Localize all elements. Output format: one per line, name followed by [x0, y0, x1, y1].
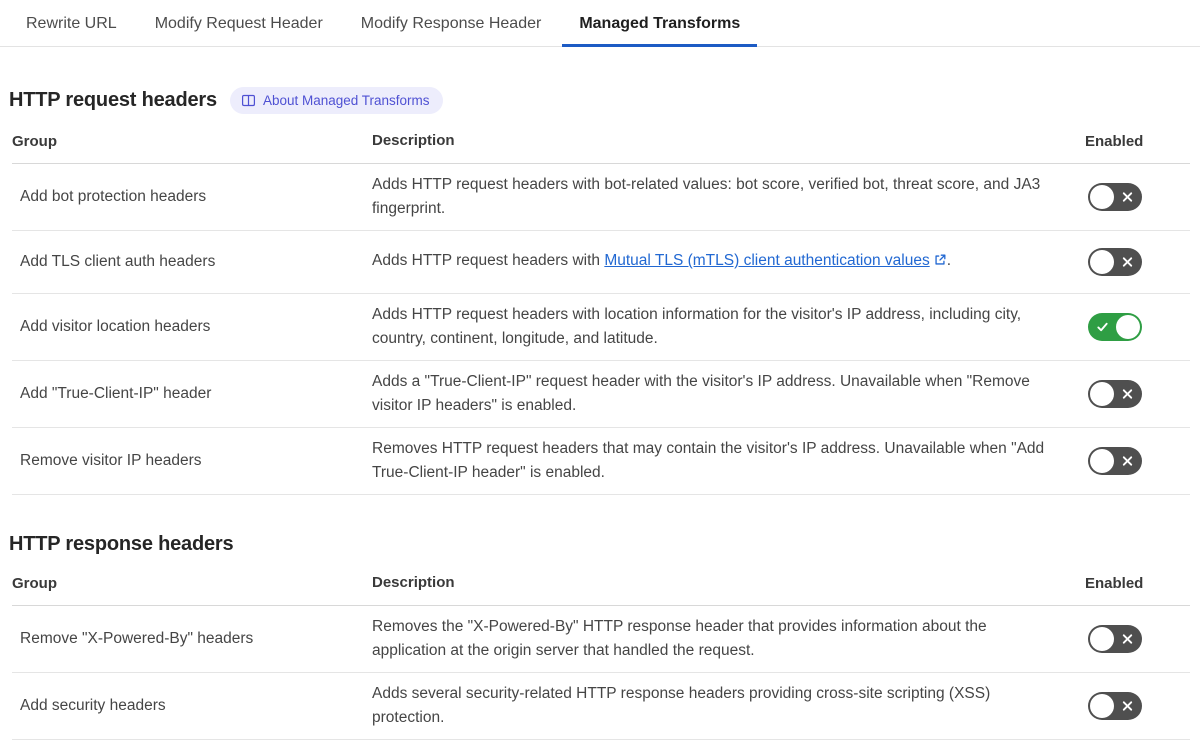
x-icon — [1122, 192, 1133, 202]
group-description: Adds several security-related HTTP respo… — [372, 685, 991, 726]
tab-rewrite-url[interactable]: Rewrite URL — [9, 0, 134, 47]
mtls-doc-link[interactable]: Mutual TLS (mTLS) client authentication … — [604, 252, 929, 269]
enabled-toggle[interactable] — [1088, 380, 1142, 408]
x-icon — [1122, 701, 1133, 711]
toggle-knob — [1090, 449, 1114, 473]
group-name: Remove "X-Powered-By" headers — [20, 630, 254, 647]
toggle-knob — [1090, 694, 1114, 718]
table-header-row: Group Description Enabled — [12, 124, 1190, 164]
toggle-knob — [1090, 250, 1114, 274]
about-managed-transforms-label: About Managed Transforms — [262, 92, 430, 108]
toggle-knob — [1116, 315, 1140, 339]
table-row: Add "True-Client-IP" header Adds a "True… — [12, 361, 1190, 428]
x-icon — [1122, 257, 1133, 267]
column-header-group: Group — [12, 574, 57, 592]
group-name: Add "True-Client-IP" header — [20, 385, 212, 402]
transform-rules-tab-bar: Rewrite URL Modify Request Header Modify… — [0, 0, 1200, 47]
table-row: Remove "X-Powered-By" headers Removes th… — [12, 606, 1190, 673]
toggle-knob — [1090, 185, 1114, 209]
table-row: Remove visitor IP headers Removes HTTP r… — [12, 428, 1190, 495]
response-headers-title: HTTP response headers — [9, 533, 234, 555]
check-icon — [1097, 322, 1108, 332]
group-description: Adds HTTP request headers with Mutual TL… — [372, 240, 1085, 284]
table-row: Add visitor location headers Adds HTTP r… — [12, 294, 1190, 361]
table-row: Add TLS client auth headers Adds HTTP re… — [12, 231, 1190, 294]
table-row: Add bot protection headers Adds HTTP req… — [12, 164, 1190, 231]
group-description: Adds a "True-Client-IP" request header w… — [372, 373, 1030, 414]
x-icon — [1122, 389, 1133, 399]
column-header-enabled: Enabled — [1085, 132, 1144, 150]
group-description: Removes HTTP request headers that may co… — [372, 440, 1045, 481]
x-icon — [1122, 456, 1133, 466]
x-icon — [1122, 634, 1133, 644]
response-headers-table: Group Description Enabled Remove "X-Powe… — [12, 566, 1190, 740]
request-headers-table: Group Description Enabled Add bot protec… — [12, 124, 1190, 495]
column-header-description: Description — [372, 574, 455, 591]
table-row: Add security headers Adds several securi… — [12, 673, 1190, 740]
column-header-description: Description — [372, 132, 455, 149]
book-icon — [241, 93, 256, 108]
group-name: Add security headers — [20, 697, 166, 714]
enabled-toggle[interactable] — [1088, 183, 1142, 211]
group-description: Adds HTTP request headers with bot-relat… — [372, 176, 1041, 217]
column-header-enabled: Enabled — [1085, 574, 1144, 592]
toggle-knob — [1090, 382, 1114, 406]
external-link-icon[interactable] — [933, 251, 947, 275]
description-text: . — [946, 252, 952, 269]
request-headers-section: HTTP request headers About Managed Trans… — [0, 87, 1200, 495]
tab-modify-request-header[interactable]: Modify Request Header — [138, 0, 340, 47]
tab-managed-transforms[interactable]: Managed Transforms — [562, 0, 758, 47]
request-headers-title: HTTP request headers — [9, 89, 217, 111]
enabled-toggle[interactable] — [1088, 447, 1142, 475]
table-header-row: Group Description Enabled — [12, 566, 1190, 606]
group-description: Adds HTTP request headers with location … — [372, 306, 1022, 347]
group-name: Add bot protection headers — [20, 188, 207, 205]
tab-modify-response-header[interactable]: Modify Response Header — [344, 0, 559, 47]
enabled-toggle[interactable] — [1088, 625, 1142, 653]
group-description: Removes the "X-Powered-By" HTTP response… — [372, 618, 987, 659]
column-header-group: Group — [12, 132, 57, 150]
enabled-toggle[interactable] — [1088, 692, 1142, 720]
group-name: Remove visitor IP headers — [20, 452, 202, 469]
about-managed-transforms-badge[interactable]: About Managed Transforms — [229, 87, 443, 114]
group-name: Add TLS client auth headers — [20, 253, 216, 270]
enabled-toggle[interactable] — [1088, 313, 1142, 341]
response-headers-section: HTTP response headers Group Description … — [0, 533, 1200, 740]
enabled-toggle[interactable] — [1088, 248, 1142, 276]
toggle-knob — [1090, 627, 1114, 651]
group-name: Add visitor location headers — [20, 318, 211, 335]
description-text: Adds HTTP request headers with — [372, 252, 605, 269]
